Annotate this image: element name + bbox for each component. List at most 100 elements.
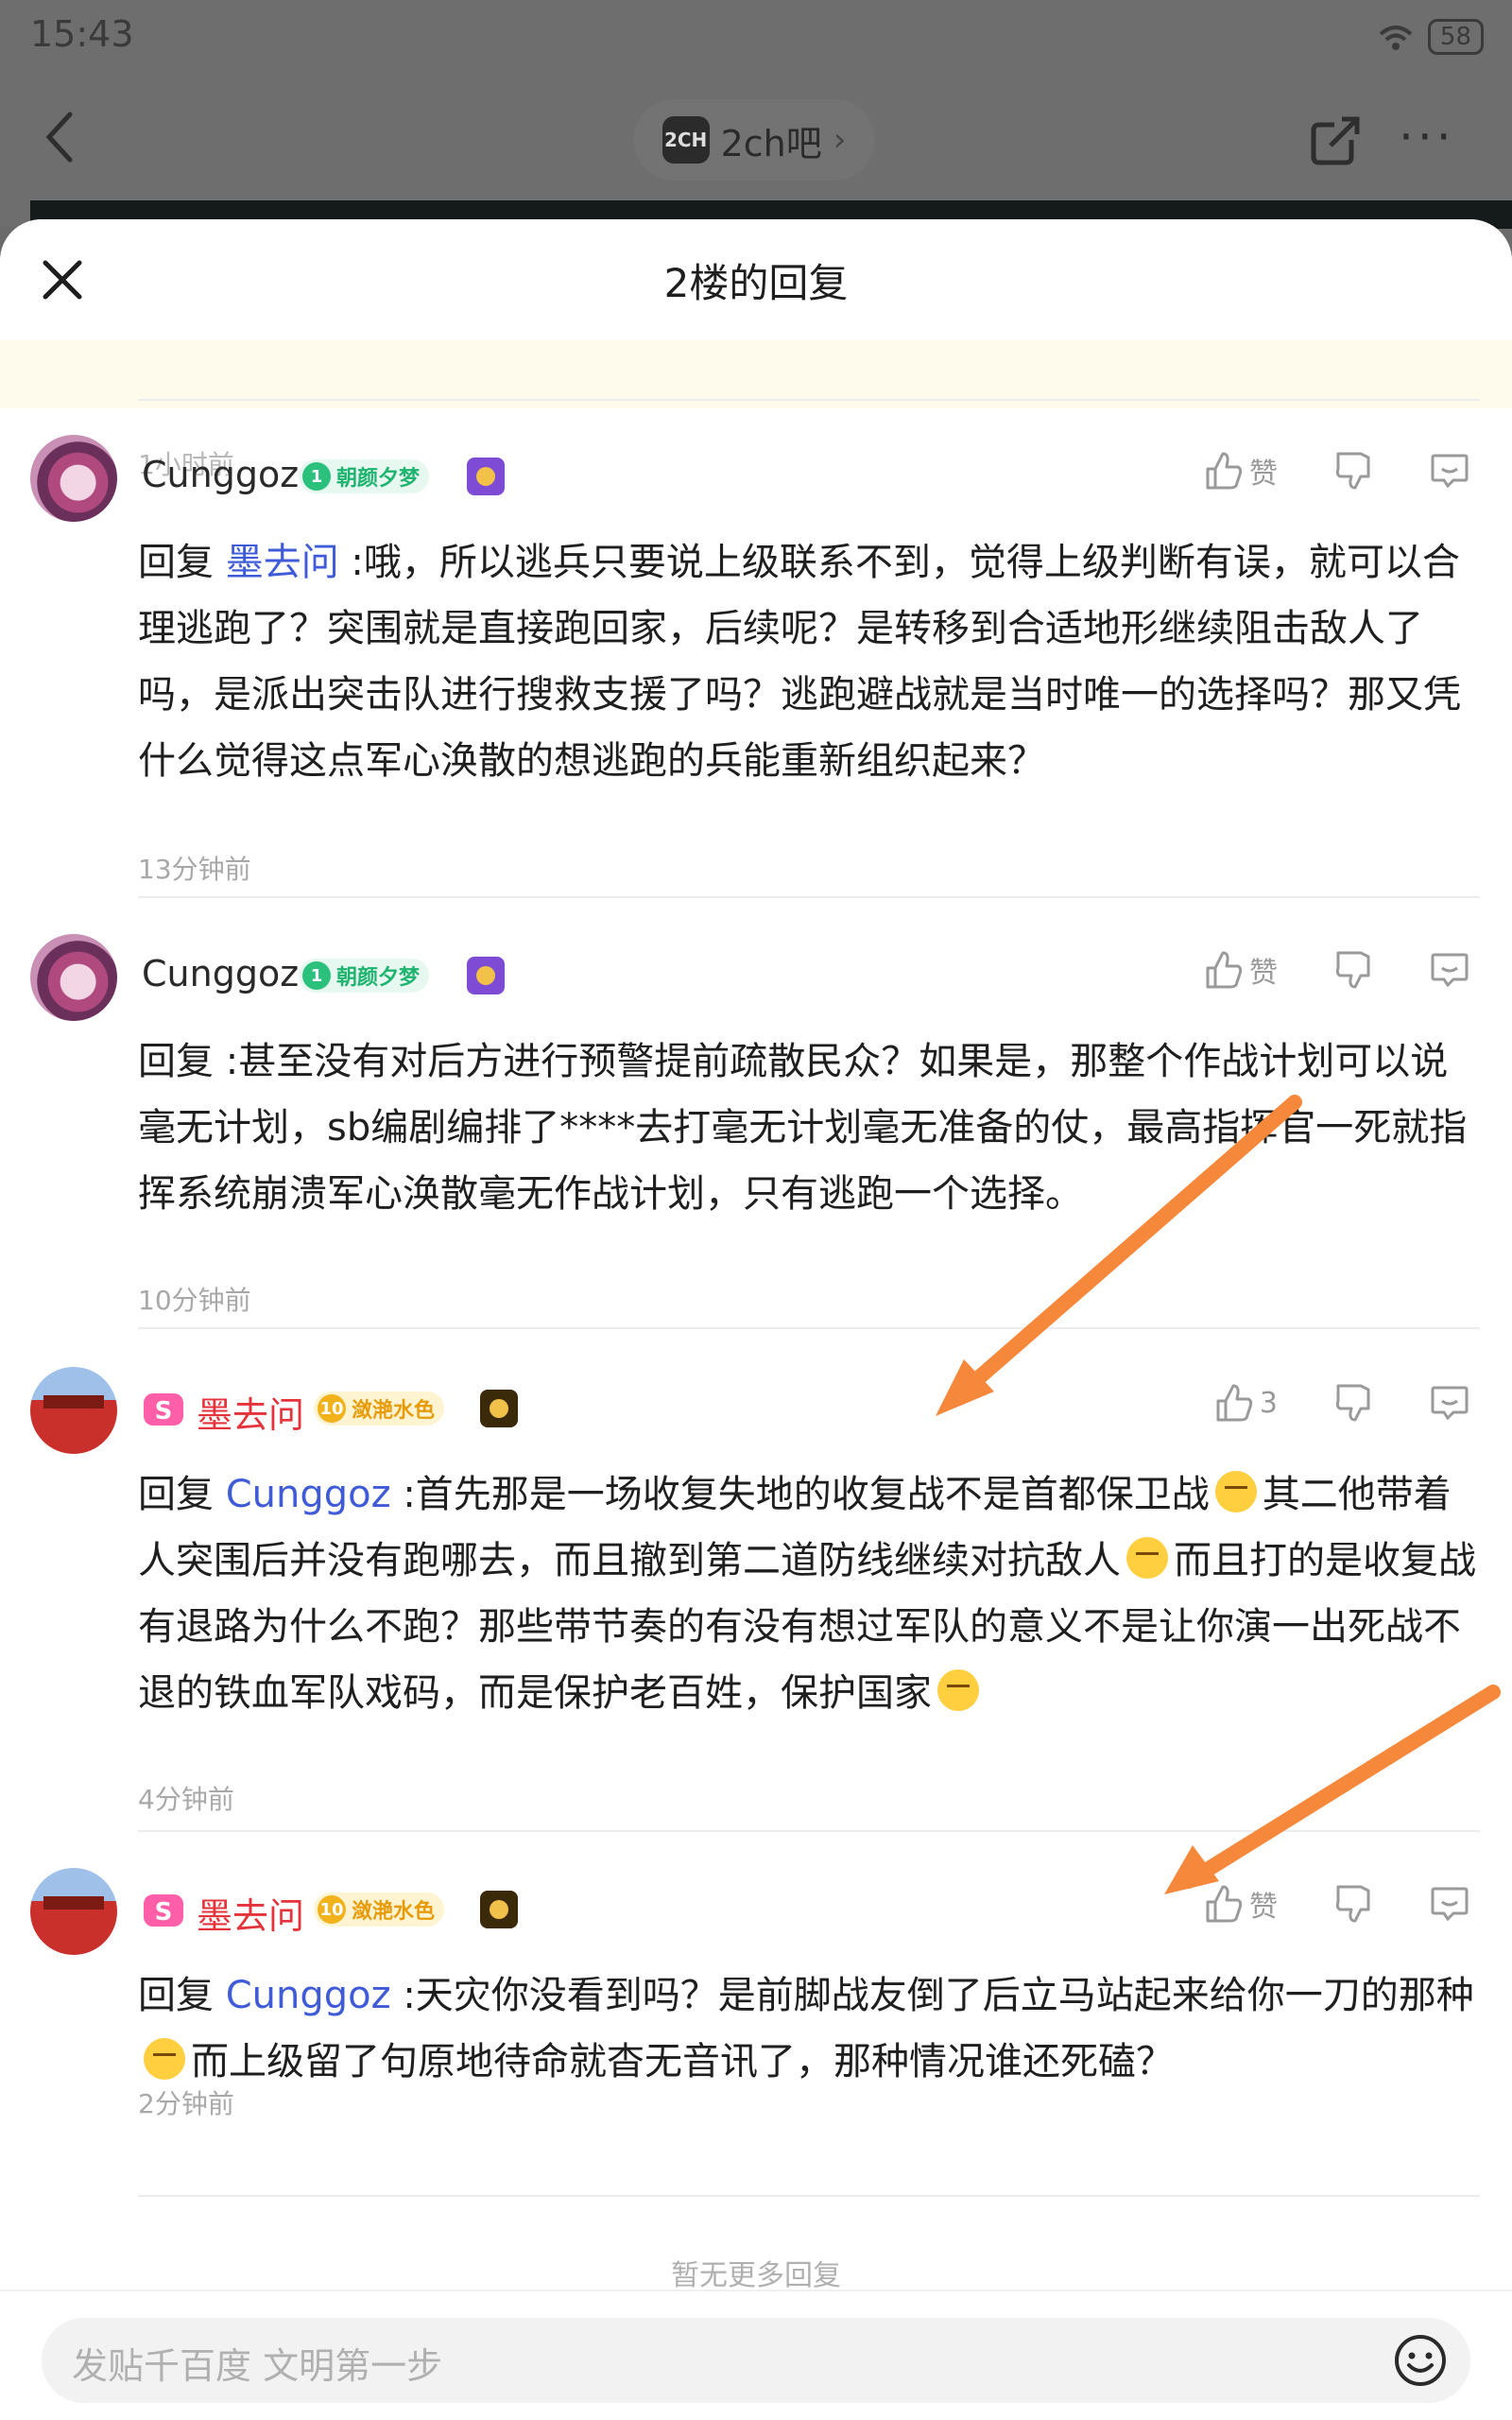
emoji-icon xyxy=(937,1669,979,1711)
reply-prefix: 回复 xyxy=(138,541,226,584)
comment-icon xyxy=(1431,1887,1469,1922)
sheet-title: 2楼的回复 xyxy=(663,260,849,306)
thumbs-down-icon xyxy=(1335,951,1370,989)
badge-name: 潋滟水色 xyxy=(352,1900,436,1924)
thumbs-up-icon xyxy=(1206,1885,1243,1923)
background-page: 15:43 58 2CH 2ch吧 › ··· xyxy=(0,0,1512,229)
reply-prefix: 回复 xyxy=(138,1040,226,1083)
no-more-replies: 暂无更多回复 xyxy=(671,2259,841,2292)
comment-button[interactable] xyxy=(1429,450,1470,492)
thumbs-down-icon xyxy=(1335,1384,1370,1422)
emoji-icon xyxy=(1126,1537,1168,1579)
status-icons: 58 xyxy=(1377,19,1484,55)
reply-text: 而上级留了句原地待命就杳无音讯了，那种情况谁还死磕？ xyxy=(191,2040,1174,2083)
reply-time: 2分钟前 xyxy=(138,2088,234,2119)
battery-indicator: 58 xyxy=(1427,19,1484,55)
level-badge: 10 潋滟水色 xyxy=(314,1893,445,1927)
like-label: 赞 xyxy=(1249,458,1278,491)
reply-prefix: 回复 xyxy=(138,1473,226,1516)
like-button[interactable]: 赞 xyxy=(1202,450,1278,492)
divider xyxy=(138,1830,1480,1832)
badge-level: 1 xyxy=(302,961,331,990)
dislike-button[interactable] xyxy=(1332,450,1374,492)
avatar[interactable] xyxy=(30,435,117,522)
reply-time: 10分钟前 xyxy=(138,1285,251,1316)
reply-actions: 赞 xyxy=(1147,949,1470,991)
reply-actions: 3 xyxy=(1158,1382,1470,1424)
medal-icon xyxy=(480,1891,518,1928)
thumbs-up-icon xyxy=(1206,951,1243,989)
badge-name: 朝颜夕梦 xyxy=(336,467,421,491)
input-bar: 发贴千百度 文明第一步 xyxy=(0,2290,1512,2420)
sheet-header: 2楼的回复 xyxy=(0,219,1512,340)
username[interactable]: 墨去问 xyxy=(197,1887,304,1939)
comment-icon xyxy=(1431,454,1469,489)
like-button[interactable]: 赞 xyxy=(1202,949,1278,991)
thumbs-up-icon xyxy=(1206,452,1243,490)
badge-name: 朝颜夕梦 xyxy=(336,966,421,990)
comment-button[interactable] xyxy=(1429,949,1470,991)
username[interactable]: Cunggoz xyxy=(142,454,299,495)
forum-name: 2ch吧 xyxy=(720,122,822,164)
comment-button[interactable] xyxy=(1429,1382,1470,1424)
share-icon[interactable] xyxy=(1308,112,1365,168)
divider xyxy=(138,896,1480,898)
more-icon[interactable]: ··· xyxy=(1399,113,1455,161)
avatar[interactable] xyxy=(30,934,117,1021)
vip-icon: S xyxy=(144,1894,183,1927)
like-button[interactable]: 赞 xyxy=(1202,1883,1278,1925)
username[interactable]: 墨去问 xyxy=(197,1386,304,1438)
status-time: 15:43 xyxy=(30,13,134,55)
level-badge: 10 潋滟水色 xyxy=(314,1392,445,1426)
reply-text: :首先那是一场收复失地的收复战不是首都保卫战 xyxy=(390,1473,1210,1516)
level-badge: 1 朝颜夕梦 xyxy=(299,959,430,993)
dislike-button[interactable] xyxy=(1332,1883,1374,1925)
divider xyxy=(138,1327,1480,1329)
emoji-picker-icon[interactable] xyxy=(1393,2333,1448,2388)
medal-icon xyxy=(467,458,505,495)
reply-prefix: 回复 xyxy=(138,1974,226,2017)
wifi-icon xyxy=(1379,26,1413,50)
dislike-button[interactable] xyxy=(1332,949,1374,991)
forum-logo: 2CH xyxy=(662,116,710,164)
mention-link[interactable]: 墨去问 xyxy=(226,541,339,584)
reply-input[interactable]: 发贴千百度 文明第一步 xyxy=(42,2318,1470,2403)
reply-item: Cunggoz 1 朝颜夕梦 赞 回复 墨去问 :哦，所以逃兵只要说上级联系不到… xyxy=(0,435,1512,885)
reply-actions: 赞 xyxy=(1147,1883,1470,1925)
reply-item: Cunggoz 1 朝颜夕梦 赞 回复 :甚至没有对后方进行预警提前疏散民众？如… xyxy=(0,934,1512,1316)
reply-content: 回复 墨去问 :哦，所以逃兵只要说上级联系不到，觉得上级判断有误，就可以合理逃跑… xyxy=(138,529,1480,794)
avatar[interactable] xyxy=(30,1868,117,1955)
svg-text:S: S xyxy=(155,1898,173,1927)
reply-sheet: 1小时前 2楼的回复 Cunggoz 1 朝颜夕梦 赞 回复 墨去问:哦，所以… xyxy=(0,219,1512,2420)
level-badge: 1 朝颜夕梦 xyxy=(299,459,430,493)
forum-entry-button[interactable]: 2CH 2ch吧 › xyxy=(633,99,875,181)
reply-content: 回复 Cunggoz :首先那是一场收复失地的收复战不是首都保卫战 其二他带着人突… xyxy=(138,1461,1480,1726)
username[interactable]: Cunggoz xyxy=(142,953,299,994)
thumbs-down-icon xyxy=(1335,1885,1370,1923)
comment-button[interactable] xyxy=(1429,1883,1470,1925)
reply-text: :甚至没有对后方进行预警提前疏散民众？如果是，那整个作战计划可以说毫无计划，sb… xyxy=(138,1040,1468,1216)
reply-item: S 墨去问 10 潋滟水色 赞 回复 Cunggoz :天灾你没看到吗？是前脚战… xyxy=(0,1868,1512,2152)
avatar[interactable] xyxy=(30,1367,117,1454)
svg-text:S: S xyxy=(155,1397,173,1426)
mention-link[interactable]: Cunggoz xyxy=(226,1473,391,1516)
comment-icon xyxy=(1431,953,1469,988)
vip-icon: S xyxy=(144,1393,183,1426)
reply-item: S 墨去问 10 潋滟水色 3 回复 Cunggoz :首先那是一场收复失地的收… xyxy=(0,1367,1512,1815)
like-label: 赞 xyxy=(1249,1891,1278,1924)
mention-link[interactable]: Cunggoz xyxy=(226,1974,391,2017)
badge-level: 1 xyxy=(302,462,331,491)
like-label: 赞 xyxy=(1249,957,1278,990)
like-count: 3 xyxy=(1259,1386,1278,1420)
reply-time: 4分钟前 xyxy=(138,1784,234,1815)
divider xyxy=(138,399,1480,401)
medal-icon xyxy=(480,1390,518,1427)
reply-content: 回复 Cunggoz :天灾你没看到吗？是前脚战友倒了后立马站起来给你一刀的那种… xyxy=(138,1962,1480,2095)
thumbs-down-icon xyxy=(1335,452,1370,490)
reply-text: :天灾你没看到吗？是前脚战友倒了后立马站起来给你一刀的那种 xyxy=(390,1974,1474,2017)
like-button[interactable]: 3 xyxy=(1212,1382,1278,1424)
back-arrow-icon[interactable] xyxy=(42,109,79,165)
dislike-button[interactable] xyxy=(1332,1382,1374,1424)
reply-actions: 赞 xyxy=(1147,450,1470,492)
badge-level: 10 xyxy=(318,1394,346,1423)
